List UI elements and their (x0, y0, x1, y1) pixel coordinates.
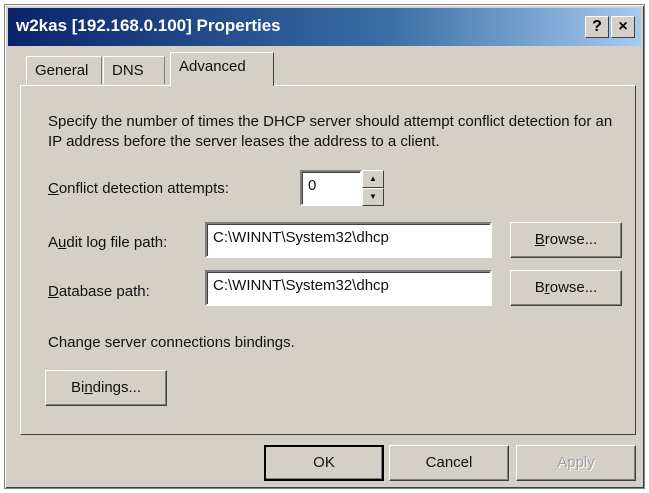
title-bar[interactable]: w2kas [192.168.0.100] Properties ? × (8, 8, 641, 46)
audit-browse-mnemonic: B (534, 231, 545, 248)
audit-label-rest: dit log file path: (66, 234, 168, 251)
database-browse-button[interactable]: Browse... (510, 270, 622, 306)
window-title: w2kas [192.168.0.100] Properties (16, 16, 281, 35)
cancel-button[interactable]: Cancel (389, 445, 509, 481)
database-label-rest: atabase path: (58, 283, 150, 300)
conflict-attempts-label: Conflict detection attempts: (48, 180, 229, 197)
database-browse-rest: owse... (549, 279, 598, 296)
ok-button[interactable]: OK (264, 445, 384, 481)
help-button[interactable]: ? (585, 16, 609, 38)
bindings-mnemonic: n (84, 379, 93, 396)
conflict-description: Specify the number of times the DHCP ser… (48, 113, 613, 150)
database-mnemonic: D (48, 283, 59, 300)
bindings-button[interactable]: Bindings... (45, 370, 167, 406)
tab-advanced[interactable]: Advanced (170, 52, 274, 86)
close-button[interactable]: × (611, 16, 635, 38)
audit-log-path-input[interactable]: C:\WINNT\System32\dhcp (205, 222, 492, 258)
audit-label-pre: A (48, 234, 59, 251)
conflict-attempts-input[interactable]: 0 (300, 170, 362, 206)
database-browse-pre: B (534, 279, 545, 296)
tab-dns[interactable]: DNS (103, 56, 165, 84)
database-path-input[interactable]: C:\WINNT\System32\dhcp (205, 270, 492, 306)
bindings-description: Change server connections bindings. (48, 334, 295, 351)
conflict-mnemonic: C (48, 180, 59, 197)
spin-up-icon[interactable]: ▲ (362, 170, 384, 188)
audit-log-label: Audit log file path: (48, 234, 167, 251)
spin-down-icon[interactable]: ▼ (362, 188, 384, 206)
tab-general[interactable]: General (26, 56, 102, 84)
bindings-rest: dings... (92, 379, 142, 396)
bindings-pre: Bi (70, 379, 85, 396)
database-path-label: Database path: (48, 283, 150, 300)
conflict-attempts-spinner[interactable]: ▲ ▼ (362, 170, 384, 206)
conflict-label-rest: onflict detection attempts: (58, 180, 229, 197)
apply-button[interactable]: Apply (516, 445, 636, 481)
audit-browse-button[interactable]: Browse... (510, 222, 622, 258)
audit-browse-rest: rowse... (544, 231, 598, 248)
